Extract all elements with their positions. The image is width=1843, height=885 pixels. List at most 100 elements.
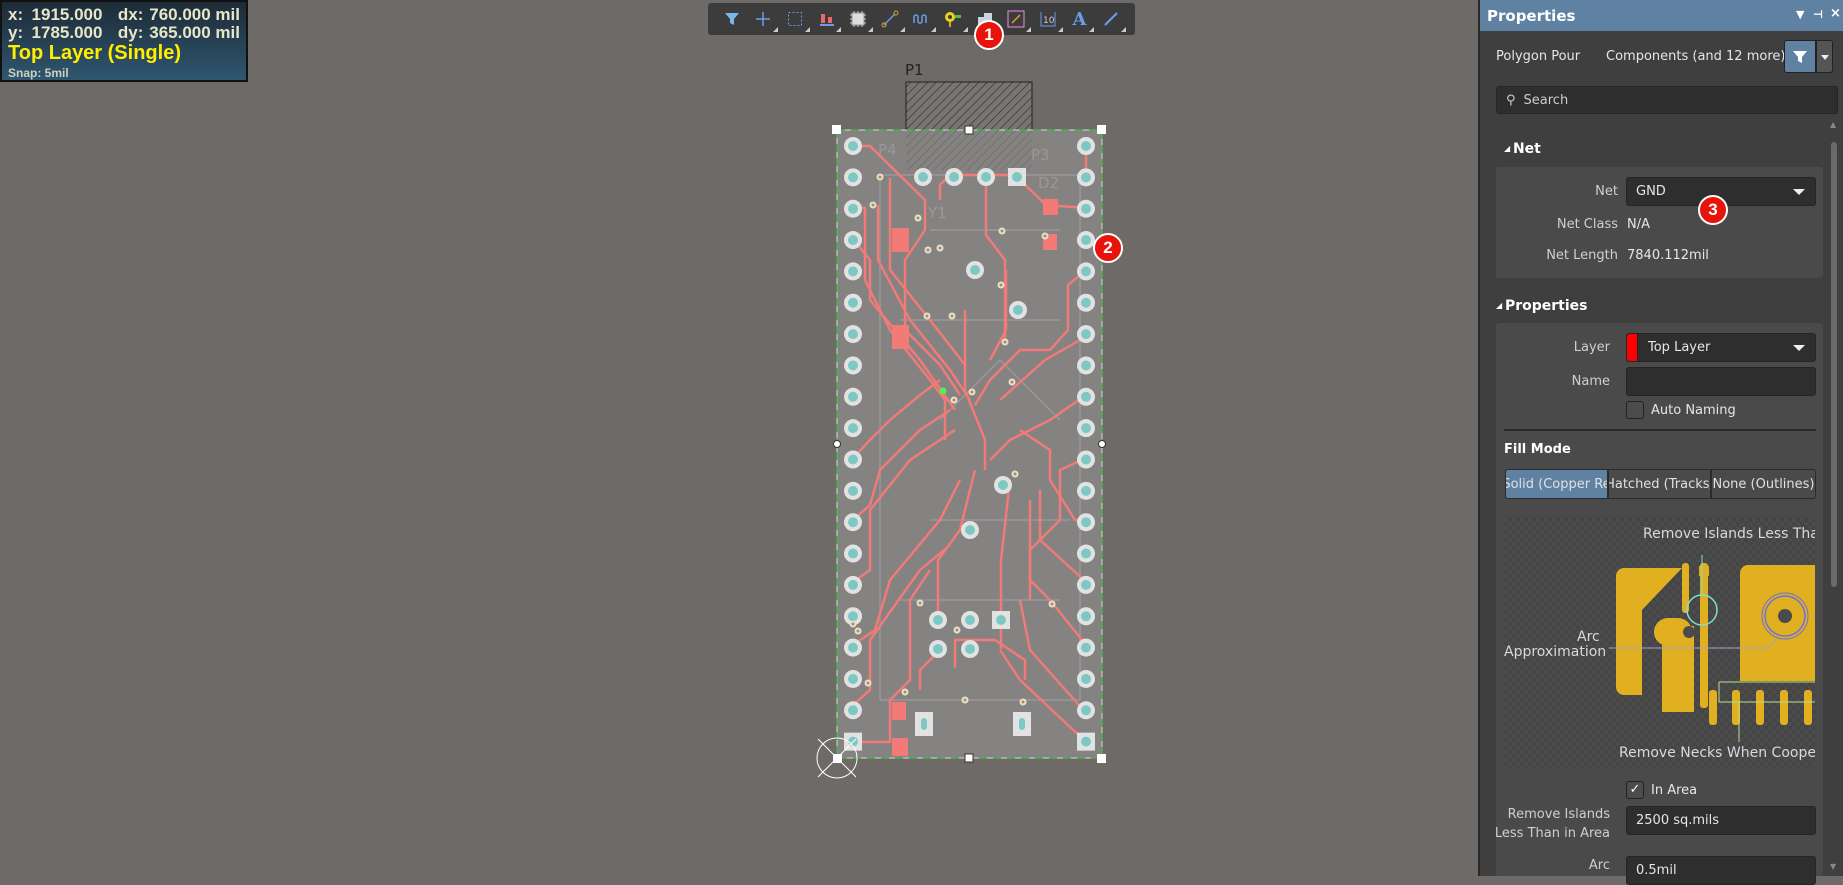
fill-mode-hatched[interactable]: Hatched (Tracks/ [1608, 469, 1711, 499]
handle[interactable] [964, 753, 974, 763]
diagram-label-islands: Remove Islands Less Than [1643, 526, 1815, 542]
pin-hole [1081, 673, 1091, 684]
panel-menu-icon[interactable]: ▼ [1796, 8, 1804, 21]
handle[interactable] [1097, 754, 1106, 763]
pcb-canvas[interactable]: P1 P4 P3 D2 Y1 [0, 0, 1478, 876]
handle[interactable] [832, 125, 841, 134]
fill-mode-none-label: None (Outlines) [1712, 476, 1815, 492]
pin-hole [848, 454, 858, 465]
search-placeholder: Search [1523, 92, 1569, 108]
via-hole [903, 690, 907, 694]
th-hole [949, 172, 959, 182]
pin-hole [1081, 423, 1091, 434]
smd-pad [892, 325, 909, 349]
net-class-value: N/A [1627, 217, 1650, 232]
net-value: GND [1636, 184, 1666, 199]
layer-dropdown[interactable]: Top Layer [1626, 333, 1816, 362]
in-area-checkbox[interactable]: ✓ [1626, 781, 1644, 799]
fill-mode-none[interactable]: None (Outlines) [1711, 469, 1816, 499]
pin-hole [1081, 235, 1091, 246]
object-type: Polygon Pour [1496, 49, 1581, 64]
th-hole [996, 615, 1006, 625]
selected-via [939, 387, 947, 395]
via-hole [952, 398, 956, 402]
handle[interactable] [1098, 440, 1106, 448]
via-hole [1021, 700, 1025, 704]
th-hole [1012, 172, 1022, 182]
pin-icon[interactable]: ⊣ [1813, 8, 1823, 21]
via-hole [926, 248, 930, 252]
pin-hole [848, 423, 858, 434]
properties-panel: Properties ▼ ⊣ × Polygon Pour Components… [1478, 0, 1843, 885]
fill-mode-hatched-label: Hatched (Tracks/ [1608, 476, 1711, 492]
search-input[interactable]: ⚲ Search [1496, 86, 1838, 114]
th-hole [1013, 305, 1023, 315]
remove-islands-input[interactable]: 2500 sq.mils [1626, 806, 1816, 835]
handle[interactable] [1097, 125, 1106, 134]
name-label: Name [1571, 374, 1610, 389]
arc-label: Arc [1588, 858, 1610, 873]
via-hole [878, 175, 882, 179]
pin-hole [1081, 360, 1091, 371]
handle[interactable] [964, 125, 974, 135]
scroll-up-icon[interactable]: ▲ [1830, 120, 1840, 129]
scroll-down-icon[interactable]: ▼ [1830, 862, 1836, 871]
pin-hole [1081, 266, 1091, 277]
via-hole [999, 283, 1003, 287]
search-icon: ⚲ [1506, 92, 1516, 108]
via-hole [1003, 340, 1007, 344]
usb-hole [1019, 718, 1025, 730]
via-hole [925, 314, 929, 318]
net-label: Net [1595, 184, 1618, 199]
smd-pad [892, 702, 906, 720]
pin-hole [848, 360, 858, 371]
panel-title: Properties [1487, 6, 1576, 25]
via-hole [866, 681, 870, 685]
diagram-label-arc: Arc [1577, 629, 1600, 645]
smd-pad [892, 738, 908, 756]
scrollbar-thumb[interactable] [1831, 142, 1837, 587]
close-icon[interactable]: × [1830, 6, 1841, 21]
polygon-pour[interactable] [836, 129, 1103, 759]
handle[interactable] [833, 440, 841, 448]
pin-hole [1081, 705, 1091, 716]
smd-pad [892, 228, 909, 252]
smd-pad [1043, 199, 1058, 215]
polygon-diagram-illustration [1609, 555, 1815, 742]
th-hole [918, 172, 928, 182]
arc-approximation-input[interactable]: 0.5mil [1626, 856, 1816, 885]
pin-hole [848, 297, 858, 308]
callout-2: 2 [1093, 233, 1123, 263]
remove-islands-label-2: Less Than in Area [1494, 826, 1610, 841]
section-properties[interactable]: Properties [1496, 298, 1588, 314]
pin-hole [848, 611, 858, 622]
via-hole [1043, 234, 1047, 238]
fill-mode-diagram: Remove Islands Less Than Arc Approximati… [1504, 518, 1815, 767]
filter-dropdown-button[interactable] [1816, 40, 1833, 73]
pin-hole [848, 705, 858, 716]
pin-hole [848, 172, 858, 183]
filter-button[interactable] [1784, 40, 1816, 73]
pin-hole [1081, 736, 1091, 747]
section-net[interactable]: Net [1504, 141, 1541, 157]
th-hole [981, 172, 991, 182]
auto-naming-checkbox[interactable] [1626, 401, 1644, 419]
pin-hole [1081, 454, 1091, 465]
fill-mode-label: Fill Mode [1504, 442, 1571, 457]
via-hole [871, 203, 875, 207]
name-input[interactable] [1626, 367, 1816, 396]
pin-hole [848, 579, 858, 590]
th-hole [933, 615, 943, 625]
via-hole [955, 628, 959, 632]
pin-hole [848, 485, 858, 496]
in-area-label: In Area [1651, 783, 1698, 798]
fill-mode-solid[interactable]: Solid (Copper Re [1505, 469, 1608, 499]
pin-hole [1081, 517, 1091, 528]
connector-hatch [906, 82, 1032, 130]
net-length-value: 7840.112mil [1627, 248, 1709, 263]
layer-value: Top Layer [1648, 340, 1711, 355]
pin-hole [1081, 579, 1091, 590]
pin-hole [1081, 611, 1091, 622]
pin-hole [1081, 172, 1091, 183]
usb-hole [921, 718, 927, 730]
